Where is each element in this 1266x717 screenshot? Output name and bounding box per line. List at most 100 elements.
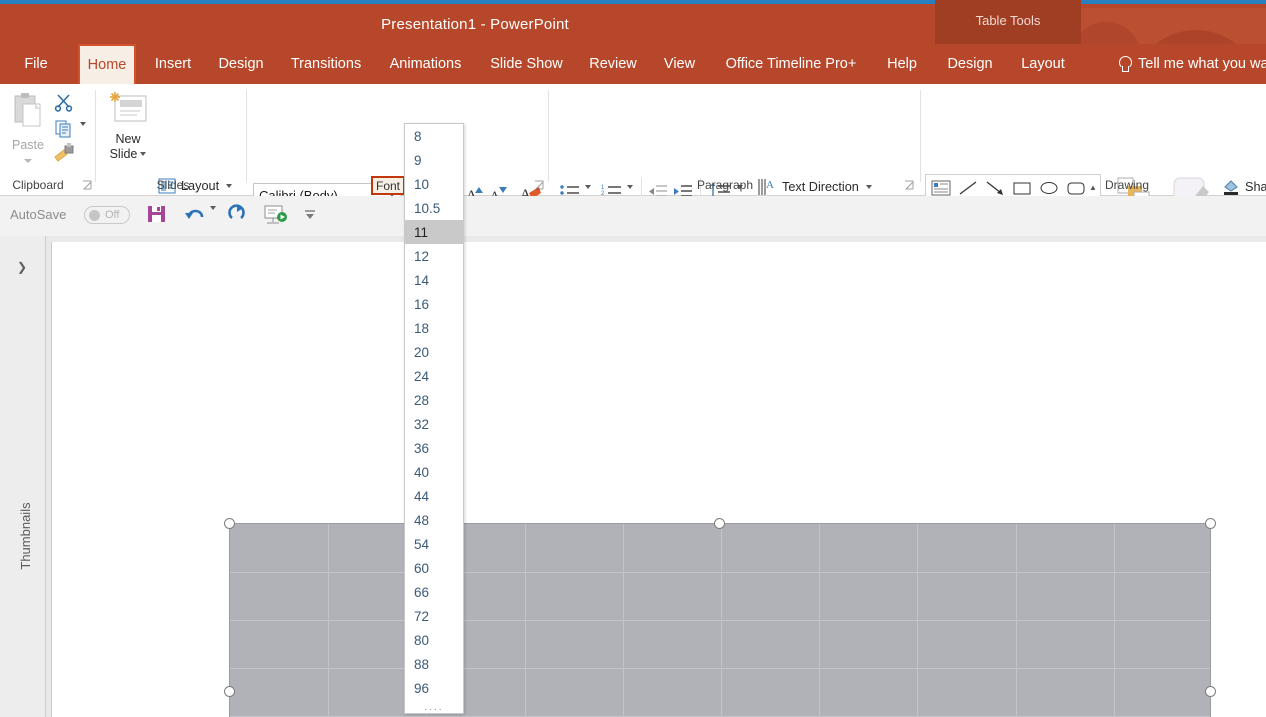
autosave-label: AutoSave <box>10 207 66 222</box>
resize-handle-top-right[interactable] <box>1205 518 1216 529</box>
thumbnails-label: Thumbnails <box>18 486 38 586</box>
font-size-option[interactable]: 44 <box>405 484 463 508</box>
new-slide-label: New Slide <box>110 132 147 162</box>
chevron-right-icon[interactable]: ❯ <box>17 260 27 274</box>
font-size-option[interactable]: 48 <box>405 508 463 532</box>
table-row-divider <box>230 668 1210 669</box>
slide-canvas[interactable] <box>51 242 1266 717</box>
tell-me-label: Tell me what you want <box>1138 56 1266 72</box>
font-size-option[interactable]: 9 <box>405 148 463 172</box>
ribbon-surface: Paste <box>0 84 1266 195</box>
format-painter-icon[interactable] <box>54 142 76 167</box>
font-size-option[interactable]: 16 <box>405 292 463 316</box>
autosave-state: Off <box>105 209 119 221</box>
shape-fill-label: Sha <box>1245 180 1266 194</box>
font-size-dropdown-list[interactable]: 891010.511121416182024283236404448546066… <box>404 123 464 714</box>
font-size-option[interactable]: 10.5 <box>405 196 463 220</box>
ribbon-tab-review[interactable]: Review <box>584 44 642 84</box>
group-separator <box>920 90 921 182</box>
font-size-option[interactable]: 28 <box>405 388 463 412</box>
font-size-option[interactable]: 96 <box>405 676 463 700</box>
text-direction-label: Text Direction <box>782 180 859 194</box>
save-icon[interactable] <box>147 204 167 229</box>
font-size-list-more-indicator[interactable]: .... <box>405 701 463 713</box>
paste-dropdown-caret[interactable] <box>24 159 32 163</box>
scissors-icon[interactable] <box>54 92 74 117</box>
resize-handle-top-center[interactable] <box>714 518 725 529</box>
copy-icon[interactable] <box>54 118 74 143</box>
font-size-option[interactable]: 66 <box>405 580 463 604</box>
ribbon-tab-design[interactable]: Design <box>212 44 270 84</box>
workspace: ❯ Thumbnails <box>0 236 1266 717</box>
chevron-down-icon <box>866 185 872 189</box>
resize-handle-top-left[interactable] <box>224 518 235 529</box>
slide-table[interactable] <box>229 523 1211 717</box>
undo-icon[interactable] <box>184 204 206 229</box>
undo-dropdown-caret[interactable] <box>208 210 216 228</box>
ribbon-tab-home[interactable]: Home <box>78 44 136 84</box>
table-row-divider <box>230 620 1210 621</box>
tell-me-search[interactable]: Tell me what you want <box>1118 44 1266 84</box>
copy-dropdown-caret[interactable] <box>78 122 86 126</box>
ribbon-tab-file[interactable]: File <box>18 44 54 84</box>
group-label-slides: Slides <box>150 177 196 193</box>
ribbon-tab-view[interactable]: View <box>658 44 701 84</box>
paragraph-dialog-launcher[interactable] <box>904 180 916 192</box>
ribbon-tab-office-timeline-pro[interactable]: Office Timeline Pro+ <box>717 44 865 84</box>
font-size-option[interactable]: 32 <box>405 412 463 436</box>
new-slide-button[interactable]: New Slide <box>104 90 152 176</box>
font-size-option[interactable]: 12 <box>405 244 463 268</box>
ribbon-tab-layout[interactable]: Layout <box>1014 44 1072 84</box>
ribbon-tab-slide-show[interactable]: Slide Show <box>484 44 569 84</box>
clipboard-dialog-launcher[interactable] <box>82 180 94 192</box>
font-size-option[interactable]: 60 <box>405 556 463 580</box>
resize-handle-middle-right[interactable] <box>1205 686 1216 697</box>
font-size-option[interactable]: 36 <box>405 436 463 460</box>
font-size-option[interactable]: 40 <box>405 460 463 484</box>
font-size-option[interactable]: 24 <box>405 364 463 388</box>
text-direction-icon: A <box>757 177 777 197</box>
font-size-option[interactable]: 20 <box>405 340 463 364</box>
paste-label: Paste <box>12 138 44 152</box>
font-size-option[interactable]: 88 <box>405 652 463 676</box>
group-separator <box>95 90 96 182</box>
powerpoint-window: Presentation1 - PowerPoint Table Tools F… <box>0 0 1266 717</box>
ribbon: Paste <box>0 84 1266 196</box>
font-size-option[interactable]: 80 <box>405 628 463 652</box>
ribbon-tab-animations[interactable]: Animations <box>379 44 472 84</box>
font-dialog-launcher[interactable] <box>534 180 546 192</box>
start-slideshow-icon[interactable] <box>264 204 288 230</box>
group-separator <box>548 90 549 182</box>
text-direction-button[interactable]: A Text Direction <box>757 177 872 197</box>
title-bar-decoration <box>1081 8 1266 48</box>
font-size-option[interactable]: 14 <box>405 268 463 292</box>
ribbon-tab-insert[interactable]: Insert <box>148 44 198 84</box>
paste-button[interactable]: Paste <box>6 90 50 176</box>
group-label-drawing: Drawing <box>1095 177 1159 193</box>
shape-fill-button[interactable]: Sha <box>1222 178 1266 196</box>
lightbulb-icon <box>1118 56 1132 73</box>
new-slide-icon <box>107 90 149 128</box>
chevron-down-icon <box>226 184 232 188</box>
ribbon-tab-help[interactable]: Help <box>882 44 922 84</box>
svg-text:A: A <box>766 179 774 191</box>
font-size-option[interactable]: 18 <box>405 316 463 340</box>
font-size-option[interactable]: 54 <box>405 532 463 556</box>
font-size-option[interactable]: 8 <box>405 124 463 148</box>
ribbon-tab-transitions[interactable]: Transitions <box>283 44 369 84</box>
contextual-tool-label: Table Tools <box>935 0 1081 40</box>
autosave-toggle[interactable]: Off <box>84 206 130 224</box>
customize-qat-icon[interactable] <box>303 208 317 226</box>
resize-handle-middle-left[interactable] <box>224 686 235 697</box>
font-size-option[interactable]: 72 <box>405 604 463 628</box>
ribbon-tab-design[interactable]: Design <box>941 44 999 84</box>
font-size-option[interactable]: 11 <box>405 220 463 244</box>
paste-icon <box>11 92 45 132</box>
window-title: Presentation1 - PowerPoint <box>0 4 950 44</box>
redo-icon[interactable] <box>228 204 250 229</box>
thumbnails-pane[interactable]: ❯ Thumbnails <box>0 236 46 717</box>
group-label-paragraph: Paragraph <box>690 177 760 193</box>
group-separator <box>246 90 247 182</box>
shape-fill-icon <box>1222 178 1240 196</box>
font-size-option[interactable]: 10 <box>405 172 463 196</box>
